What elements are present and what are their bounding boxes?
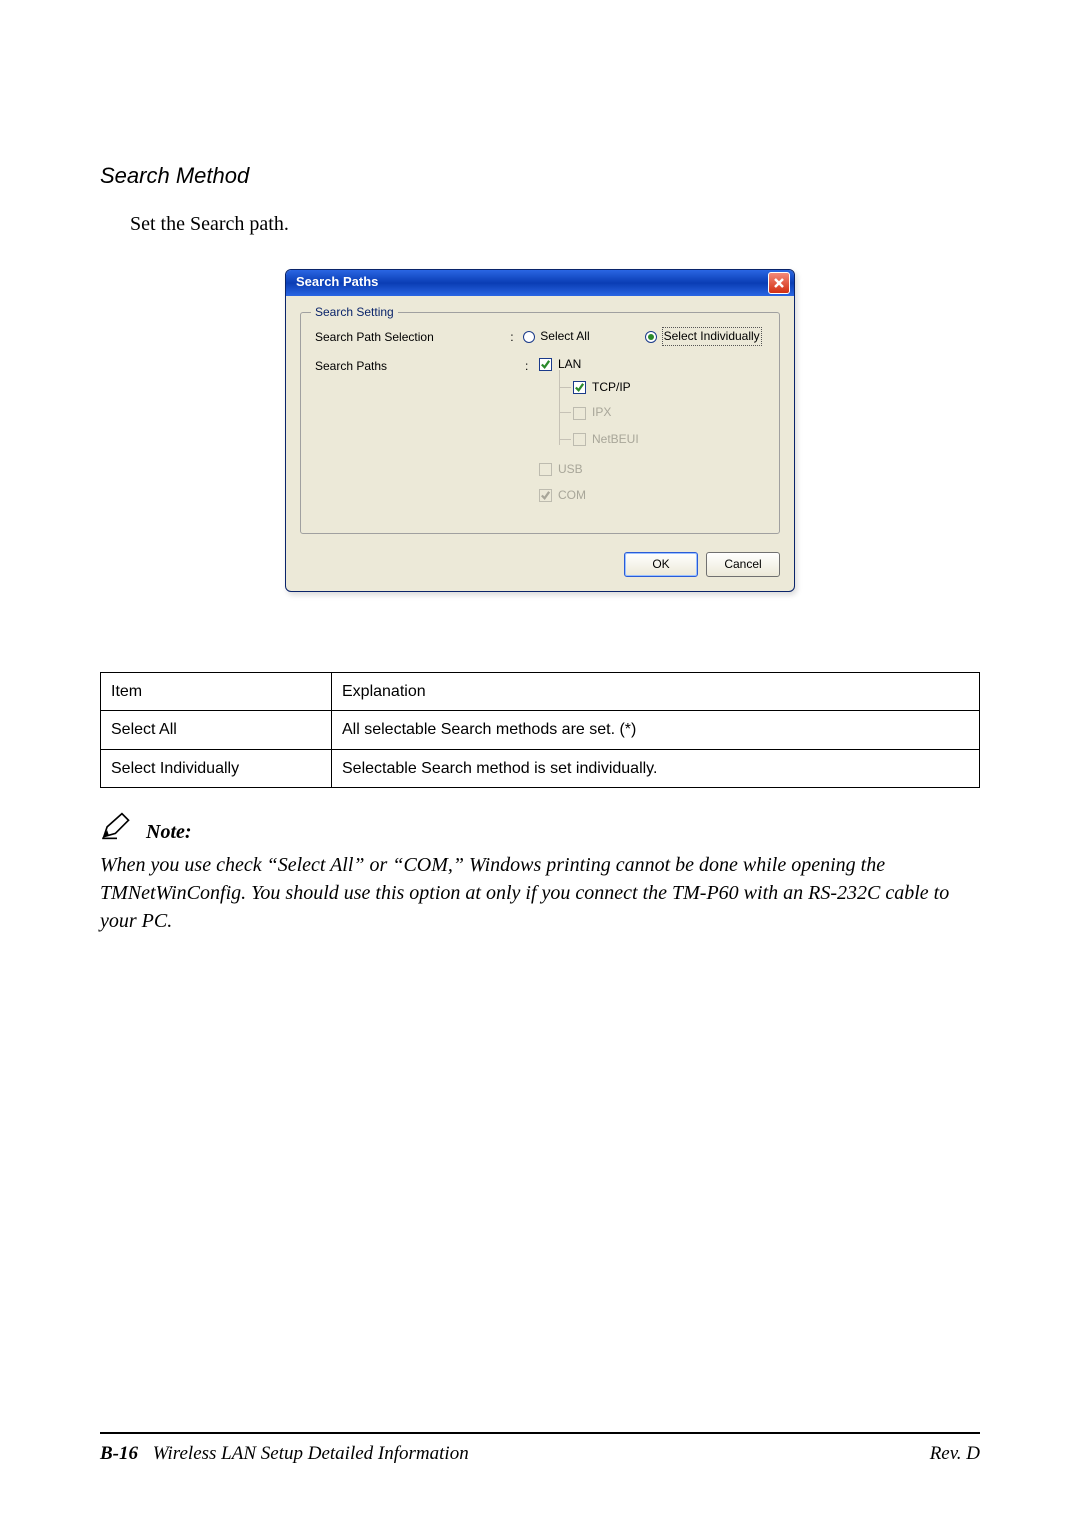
note-label: Note: (146, 818, 192, 847)
radio-group: Select All Select Individually (523, 327, 765, 346)
radio-icon (645, 331, 657, 343)
checkbox-tcpip-label: TCP/IP (592, 379, 631, 396)
checkbox-ipx: IPX (573, 404, 611, 421)
col-item: Item (101, 673, 332, 711)
radio-select-individually-label: Select Individually (662, 327, 762, 346)
checkbox-ipx-label: IPX (592, 404, 611, 421)
ok-button[interactable]: OK (624, 552, 698, 577)
note-text: When you use check “Select All” or “COM,… (100, 851, 980, 935)
table-row: Select Individually Selectable Search me… (101, 749, 980, 787)
radio-select-all[interactable]: Select All (523, 328, 589, 345)
row-path-selection: Search Path Selection : Select All Selec… (315, 327, 765, 346)
row-search-paths: Search Paths : LAN (315, 356, 765, 512)
checkbox-lan[interactable]: LAN (539, 356, 581, 373)
cell-explanation: Selectable Search method is set individu… (332, 749, 980, 787)
colon: : (525, 356, 539, 375)
checkbox-usb-label: USB (558, 461, 583, 478)
search-paths-dialog: Search Paths Search Setting Search Path … (285, 269, 795, 592)
checkbox-tcpip[interactable]: TCP/IP (573, 379, 631, 396)
label-path-selection: Search Path Selection (315, 327, 510, 346)
footer-right-text: Rev. D (930, 1440, 980, 1468)
close-button[interactable] (768, 272, 790, 294)
footer-left: B-16 Wireless LAN Setup Detailed Informa… (100, 1440, 469, 1468)
checkbox-icon (539, 358, 552, 371)
checkbox-netbeui: NetBEUI (573, 431, 639, 448)
checkbox-icon (573, 433, 586, 446)
radio-select-individually[interactable]: Select Individually (645, 327, 762, 346)
cell-explanation: All selectable Search methods are set. (… (332, 711, 980, 749)
checkbox-usb: USB (539, 461, 583, 478)
dialog-button-row: OK Cancel (300, 552, 780, 577)
colon: : (510, 327, 523, 346)
note-head: Note: (100, 812, 980, 847)
checkbox-icon (539, 463, 552, 476)
footer-rule (100, 1432, 980, 1434)
checkbox-com-label: COM (558, 487, 586, 504)
label-search-paths: Search Paths (315, 356, 525, 375)
dialog-titlebar: Search Paths (286, 270, 794, 296)
page-number: B-16 (100, 1443, 138, 1464)
dialog-title: Search Paths (296, 273, 768, 292)
table-row: Select All All selectable Search methods… (101, 711, 980, 749)
cancel-button[interactable]: Cancel (706, 552, 780, 577)
section-body-text: Set the Search path. (130, 210, 980, 239)
dialog-body: Search Setting Search Path Selection : S… (286, 296, 794, 591)
checkbox-icon (573, 381, 586, 394)
radio-select-all-label: Select All (540, 328, 589, 345)
footer-left-text: Wireless LAN Setup Detailed Information (153, 1443, 469, 1464)
checkbox-com: COM (539, 487, 586, 504)
col-explanation: Explanation (332, 673, 980, 711)
cell-item: Select Individually (101, 749, 332, 787)
cell-item: Select All (101, 711, 332, 749)
table-header-row: Item Explanation (101, 673, 980, 711)
page-footer: B-16 Wireless LAN Setup Detailed Informa… (100, 1432, 980, 1468)
explanation-table: Item Explanation Select All All selectab… (100, 672, 980, 788)
footer-line: B-16 Wireless LAN Setup Detailed Informa… (100, 1440, 980, 1468)
dialog-screenshot: Search Paths Search Setting Search Path … (285, 269, 795, 592)
radio-icon (523, 331, 535, 343)
search-setting-group: Search Setting Search Path Selection : S… (300, 312, 780, 534)
close-icon (774, 278, 784, 288)
checkbox-lan-label: LAN (558, 356, 581, 373)
search-paths-tree: LAN TCP/IP (539, 356, 639, 512)
group-legend: Search Setting (311, 304, 398, 321)
pencil-icon (100, 812, 134, 847)
page: Search Method Set the Search path. Searc… (0, 0, 1080, 1528)
checkbox-icon (573, 407, 586, 420)
note-block: Note: When you use check “Select All” or… (100, 812, 980, 935)
checkbox-icon (539, 489, 552, 502)
section-heading: Search Method (100, 160, 980, 192)
checkbox-netbeui-label: NetBEUI (592, 431, 639, 448)
